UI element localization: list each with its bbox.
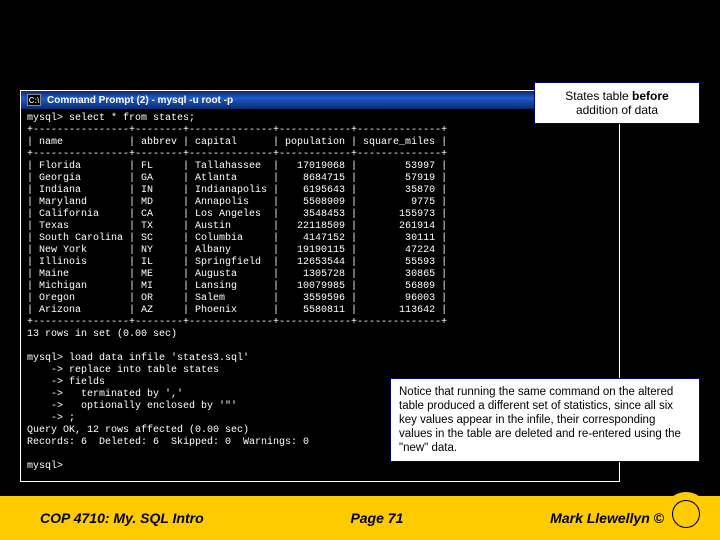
slide: C:\ Command Prompt (2) - mysql -u root -… (0, 0, 720, 540)
load-line: -> fields (27, 377, 105, 388)
table-row: | Georgia | GA | Atlanta | 8684715 | 579… (27, 173, 447, 184)
table-row: | New York | NY | Albany | 19190115 | 47… (27, 245, 447, 256)
table-row: | Arizona | AZ | Phoenix | 5580811 | 113… (27, 305, 447, 316)
callout-before: States table before addition of data (534, 82, 700, 124)
load-line: -> replace into table states (27, 365, 219, 376)
callout-text: States table (565, 89, 632, 103)
table-row: | Texas | TX | Austin | 22118509 | 26191… (27, 221, 447, 232)
logo-inner (673, 501, 699, 527)
load-line: -> optionally enclosed by '"' (27, 401, 237, 412)
load-line: mysql> load data infile 'states3.sql' (27, 353, 249, 364)
load-line: -> ; (27, 413, 75, 424)
records-line: Records: 6 Deleted: 6 Skipped: 0 Warning… (27, 437, 309, 448)
callout-bold: before (632, 89, 669, 103)
window-titlebar: C:\ Command Prompt (2) - mysql -u root -… (21, 91, 619, 109)
mysql-prompt: mysql> (27, 461, 63, 472)
table-row: | California | CA | Los Angeles | 354845… (27, 209, 447, 220)
course-code: COP 4710: My. SQL Intro (40, 510, 204, 526)
callout-text: Notice that running the same command on … (399, 386, 681, 454)
ucf-logo (664, 492, 708, 536)
cmd-icon: C:\ (27, 94, 41, 106)
slide-footer: COP 4710: My. SQL Intro Page 71 Mark Lle… (0, 496, 720, 540)
table-border: +----------------+--------+-------------… (27, 317, 447, 328)
load-line: -> terminated by ',' (27, 389, 183, 400)
window-title: Command Prompt (2) - mysql -u root -p (47, 95, 233, 106)
table-border: +----------------+--------+-------------… (27, 125, 447, 136)
table-header: | name | abbrev | capital | population |… (27, 137, 447, 148)
rowcount: 13 rows in set (0.00 sec) (27, 329, 177, 340)
author-name: Mark Llewellyn © (550, 510, 664, 526)
table-row: | Indiana | IN | Indianapolis | 6195643 … (27, 185, 447, 196)
sql-select: mysql> select * from states; (27, 113, 195, 124)
table-row: | South Carolina | SC | Columbia | 41471… (27, 233, 447, 244)
table-row: | Oregon | OR | Salem | 3559596 | 96003 … (27, 293, 447, 304)
table-border: +----------------+--------+-------------… (27, 149, 447, 160)
table-row: | Michigan | MI | Lansing | 10079985 | 5… (27, 281, 447, 292)
table-row: | Maryland | MD | Annapolis | 5508909 | … (27, 197, 447, 208)
callout-text: addition of data (576, 103, 658, 117)
callout-notice: Notice that running the same command on … (390, 378, 700, 462)
table-row: | Maine | ME | Augusta | 1305728 | 30865… (27, 269, 447, 280)
query-result: Query OK, 12 rows affected (0.00 sec) (27, 425, 249, 436)
table-row: | Florida | FL | Tallahassee | 17019068 … (27, 161, 447, 172)
table-row: | Illinois | IL | Springfield | 12653544… (27, 257, 447, 268)
page-number: Page 71 (350, 510, 403, 526)
